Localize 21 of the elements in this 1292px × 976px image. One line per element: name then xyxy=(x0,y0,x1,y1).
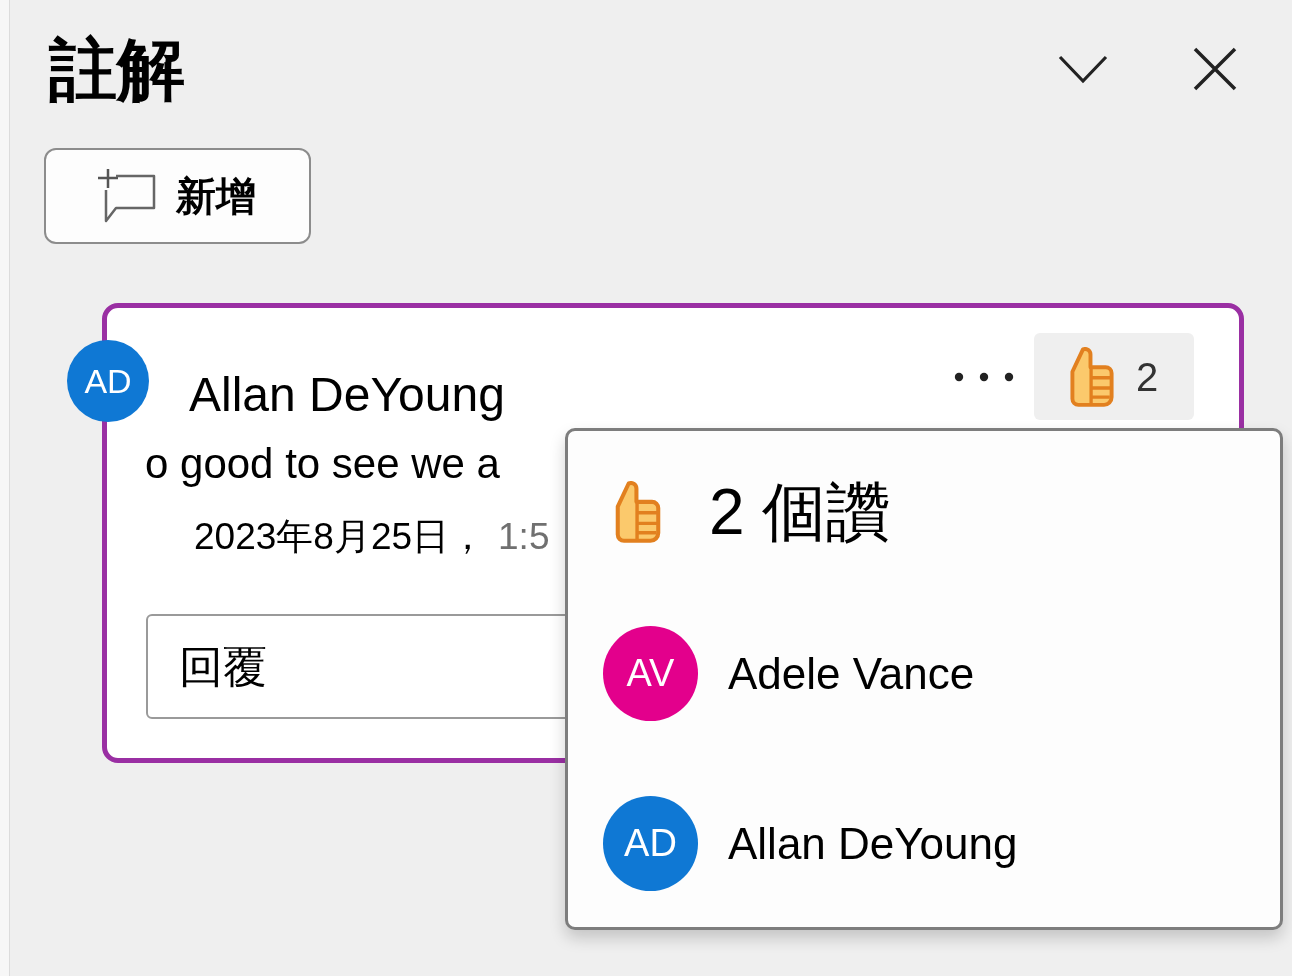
thumbs-up-icon xyxy=(1069,346,1114,407)
panel-title: 註解 xyxy=(49,33,185,105)
like-button[interactable]: 2 xyxy=(1034,333,1194,420)
comment-date: 2023年8月25日， xyxy=(194,515,487,559)
person-name: Allan DeYoung xyxy=(728,817,1018,870)
more-icon xyxy=(954,371,1014,382)
avatar: AD xyxy=(603,796,698,891)
author-name: Allan DeYoung xyxy=(189,367,505,423)
comment-text: o good to see we a xyxy=(145,439,500,489)
likes-title: 2 個讚 xyxy=(709,476,891,548)
close-icon xyxy=(1193,47,1237,91)
close-button[interactable] xyxy=(1193,47,1237,91)
thumbs-up-icon xyxy=(615,481,661,543)
more-button[interactable] xyxy=(954,371,1014,382)
avatar: AV xyxy=(603,626,698,721)
person-name: Adele Vance xyxy=(728,647,975,700)
chevron-down-icon xyxy=(1058,54,1108,84)
comment-time: 1:5 xyxy=(498,515,550,559)
collapse-button[interactable] xyxy=(1058,54,1108,84)
add-comment-button[interactable]: 新增 xyxy=(44,148,311,244)
avatar: AD xyxy=(67,340,149,422)
